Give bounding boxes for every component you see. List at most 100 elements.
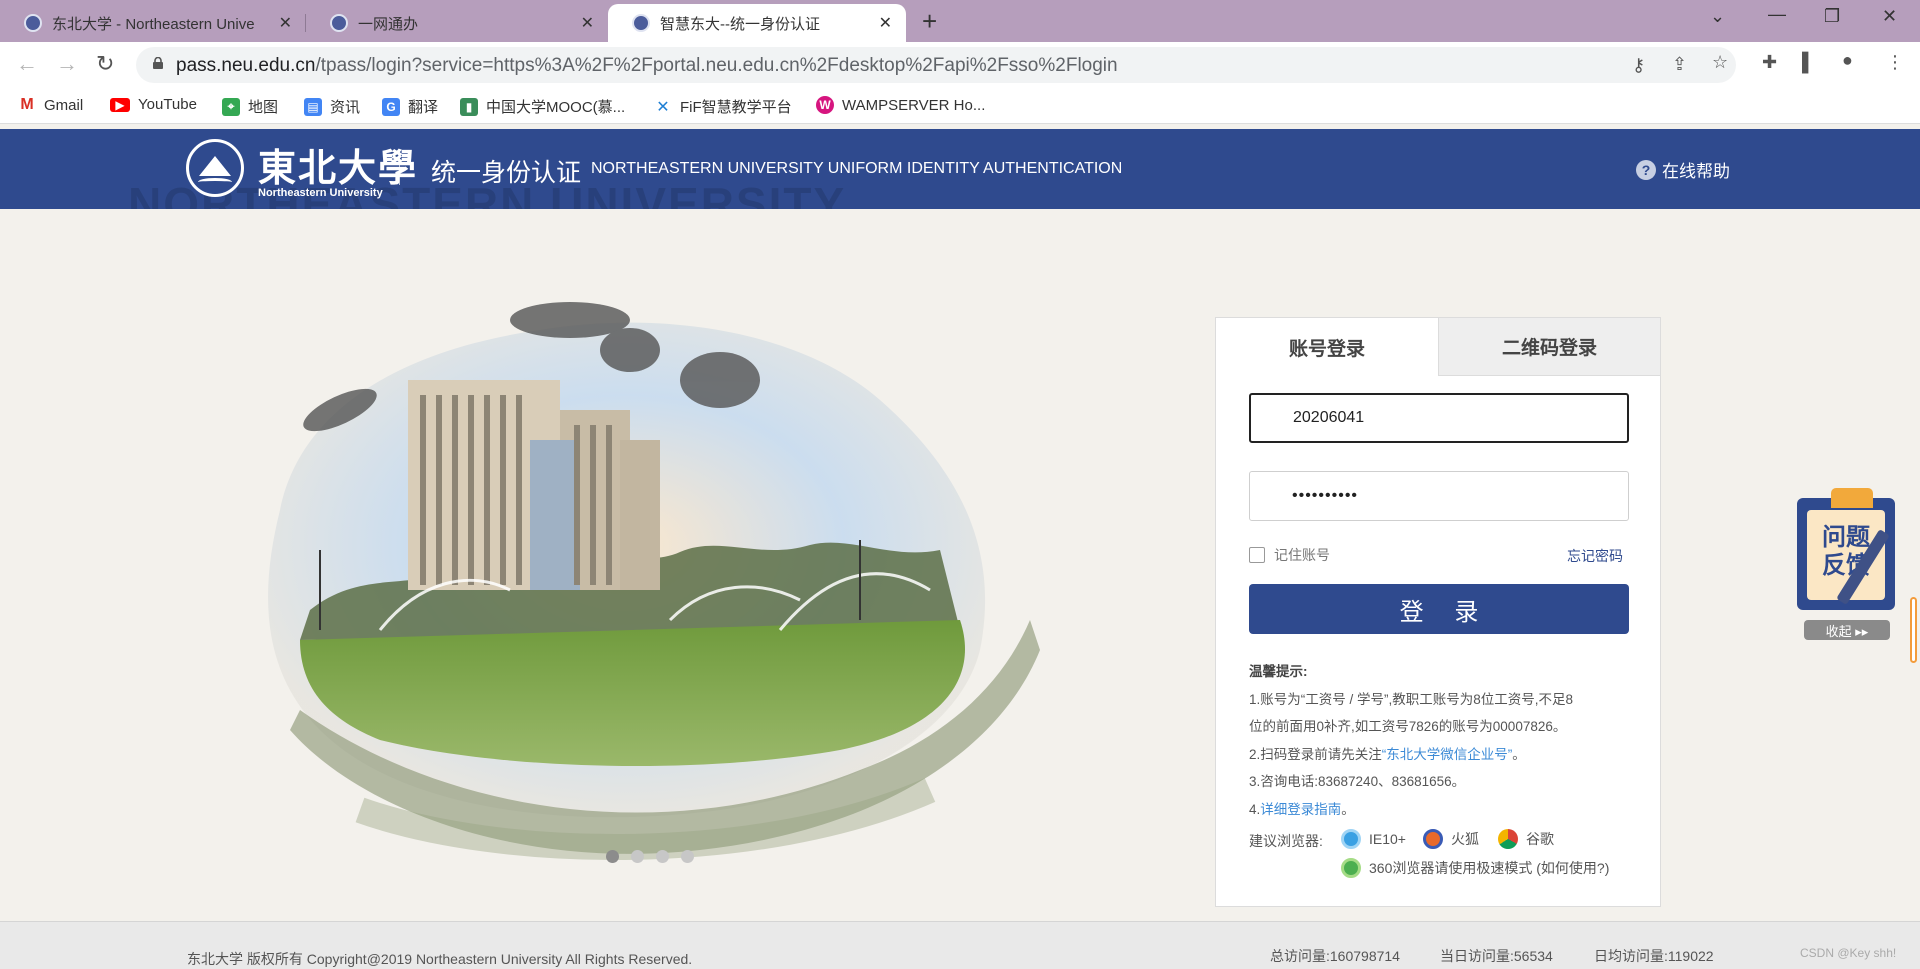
translate-icon: G — [382, 97, 400, 116]
close-tab-icon[interactable]: ✕ — [879, 13, 892, 33]
feedback-widget[interactable]: 问题 反馈 收起 ▸▸ — [1795, 488, 1903, 640]
browser-tab-strip: 东北大学 - Northeastern Unive ✕ 一网通办 ✕ 智慧东大-… — [0, 0, 1920, 42]
browser-tab-active[interactable]: 智慧东大--统一身份认证 ✕ — [608, 4, 906, 42]
login-guide-link[interactable]: 详细登录指南 — [1260, 802, 1341, 817]
close-tab-icon[interactable]: ✕ — [581, 13, 594, 33]
neu-favicon-icon — [330, 14, 348, 32]
page-subtitle-en: NORTHEASTERN UNIVERSITY UNIFORM IDENTITY… — [591, 160, 1123, 177]
carousel-dot[interactable] — [681, 850, 694, 863]
gmail-icon: M — [18, 96, 36, 114]
fif-icon: ✕ — [654, 97, 672, 116]
tips-title: 温馨提示: — [1249, 664, 1308, 679]
logo-english-name: Northeastern University — [258, 187, 383, 199]
bookmark-fif[interactable]: ✕ FiF智慧教学平台 — [654, 96, 792, 117]
tab-search-chevron-icon[interactable]: ⌄ — [1710, 6, 1725, 27]
neu-emblem-icon — [186, 139, 244, 197]
password-input[interactable]: •••••••••• — [1249, 471, 1629, 521]
bookmark-star-icon[interactable]: ☆ — [1712, 52, 1728, 73]
campus-ink-painting — [268, 302, 1040, 861]
carousel-dot[interactable] — [631, 850, 644, 863]
bookmark-mooc[interactable]: ▮ 中国大学MOOC(慕... — [460, 96, 625, 117]
bookmark-youtube[interactable]: ▶ YouTube — [110, 96, 197, 113]
login-tips: 温馨提示: 1.账号为“工资号 / 学号”,教职工账号为8位工资号,不足8 位的… — [1249, 658, 1639, 823]
wechat-enterprise-link[interactable]: “东北大学微信企业号” — [1382, 747, 1513, 762]
maps-icon: ⌖ — [222, 97, 240, 116]
tip-line: 2.扫码登录前请先关注“东北大学微信企业号”。 — [1249, 746, 1526, 762]
news-icon: ▤ — [304, 97, 322, 116]
bookmark-maps[interactable]: ⌖ 地图 — [222, 96, 278, 117]
question-circle-icon: ? — [1636, 159, 1656, 180]
login-tabs: 账号登录 二维码登录 — [1216, 318, 1660, 376]
header-divider — [399, 151, 400, 185]
close-window-icon[interactable]: ✕ — [1882, 6, 1897, 27]
browsers-label: 建议浏览器: — [1249, 833, 1323, 849]
minimize-icon[interactable]: — — [1768, 4, 1786, 25]
carousel-dot[interactable] — [656, 850, 669, 863]
share-icon[interactable]: ⇪ — [1672, 54, 1687, 75]
bookmark-news[interactable]: ▤ 资讯 — [304, 96, 360, 117]
tip-line: 1.账号为“工资号 / 学号”,教职工账号为8位工资号,不足8 — [1249, 691, 1574, 707]
browser-ie: IE10+ — [1341, 829, 1406, 849]
tip-line: 位的前面用0补齐,如工资号7826的账号为00007826。 — [1249, 719, 1567, 734]
tip-line: 3.咨询电话:83687240、83681656。 — [1249, 774, 1466, 789]
scrollbar-thumb[interactable] — [1910, 597, 1917, 663]
tab-account-login[interactable]: 账号登录 — [1216, 318, 1438, 376]
bookmark-translate[interactable]: G 翻译 — [382, 96, 438, 117]
close-tab-icon[interactable]: ✕ — [279, 13, 292, 33]
extensions-icon[interactable]: ✚ — [1762, 52, 1777, 73]
neu-favicon-icon — [24, 14, 42, 32]
new-tab-icon[interactable]: + — [922, 6, 937, 37]
browser-tab-title: 一网通办 — [358, 15, 419, 33]
logo-chinese-name: 東北大學 — [258, 145, 419, 190]
page-footer: 东北大学 版权所有 Copyright@2019 Northeastern Un… — [0, 921, 1920, 969]
online-help-link[interactable]: ? 在线帮助 — [1636, 157, 1730, 182]
360-browser-icon — [1341, 858, 1361, 878]
ie-icon — [1341, 829, 1361, 849]
neu-favicon-icon — [632, 14, 650, 32]
carousel-dot[interactable] — [606, 850, 619, 863]
total-visits: 总访问量:160798714 — [1270, 948, 1400, 964]
restore-icon[interactable]: ❐ — [1824, 6, 1840, 27]
reload-icon[interactable]: ↻ — [96, 51, 114, 77]
tip-line: 4.详细登录指南。 — [1249, 801, 1355, 817]
firefox-icon — [1423, 829, 1443, 849]
back-icon[interactable]: ← — [16, 51, 38, 77]
username-input[interactable]: 20206041 — [1249, 393, 1629, 443]
browser-tab[interactable]: 东北大学 - Northeastern Unive ✕ — [0, 4, 306, 42]
remember-checkbox[interactable] — [1249, 547, 1265, 563]
mooc-icon: ▮ — [460, 97, 478, 116]
bookmark-wampserver[interactable]: W WAMPSERVER Ho... — [816, 96, 985, 114]
browser-tab-title: 东北大学 - Northeastern Unive — [52, 15, 255, 33]
browser-360: 360浏览器请使用极速模式 (如何使用?) — [1341, 858, 1609, 878]
chrome-icon — [1498, 829, 1518, 849]
youtube-icon: ▶ — [110, 97, 130, 112]
forgot-password-link[interactable]: 忘记密码 — [1567, 546, 1623, 566]
side-panel-icon[interactable]: ▌ — [1802, 52, 1815, 73]
login-button[interactable]: 登 录 — [1249, 584, 1629, 634]
browser-firefox: 火狐 — [1423, 829, 1479, 849]
forward-icon[interactable]: → — [56, 51, 78, 77]
profile-avatar-icon[interactable]: ● — [1842, 50, 1853, 71]
browser-toolbar: ← → ↻ pass.neu.edu.cn/tpass/login?servic… — [0, 42, 1920, 88]
login-panel: 账号登录 二维码登录 20206041 •••••••••• 记住账号 忘记密码… — [1215, 317, 1661, 907]
clipboard-clip — [1831, 488, 1873, 508]
bookmarks-bar: M Gmail ▶ YouTube ⌖ 地图 ▤ 资讯 G 翻译 ▮ 中国大学M… — [0, 88, 1920, 124]
remember-account[interactable]: 记住账号 — [1249, 545, 1330, 565]
collapse-feedback-button[interactable]: 收起 ▸▸ — [1804, 620, 1890, 640]
page-title: 统一身份认证 — [431, 159, 582, 187]
copyright-text: 东北大学 版权所有 Copyright@2019 Northeastern Un… — [187, 951, 693, 967]
csdn-watermark: CSDN @Key shh! — [1800, 946, 1897, 960]
tab-qr-login[interactable]: 二维码登录 — [1438, 318, 1660, 376]
key-icon[interactable]: ⚷ — [1632, 55, 1645, 76]
site-header: NORTHEASTERN UNIVERSITY 東北大學 Northeaster… — [0, 129, 1920, 209]
wamp-icon: W — [816, 96, 834, 114]
today-visits: 当日访问量:56534 — [1440, 948, 1553, 964]
browser-tab-title: 智慧东大--统一身份认证 — [660, 15, 820, 33]
lock-icon — [153, 57, 163, 69]
address-bar[interactable]: pass.neu.edu.cn/tpass/login?service=http… — [136, 47, 1736, 83]
address-url: pass.neu.edu.cn/tpass/login?service=http… — [176, 55, 1118, 76]
bookmark-gmail[interactable]: M Gmail — [18, 96, 83, 114]
browser-chrome: 谷歌 — [1498, 829, 1554, 849]
menu-kebab-icon[interactable]: ⋮ — [1886, 52, 1904, 73]
browser-tab[interactable]: 一网通办 ✕ — [306, 4, 608, 42]
